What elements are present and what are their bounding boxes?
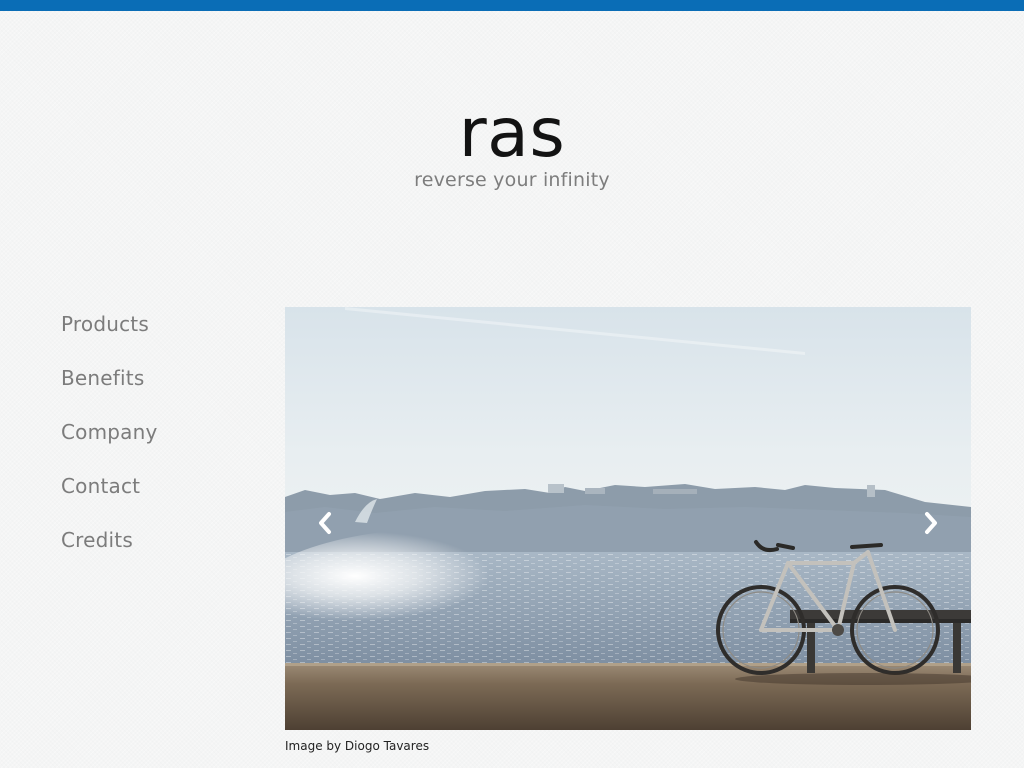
nav-item-contact[interactable]: Contact (61, 471, 261, 501)
top-accent-bar (0, 0, 1024, 11)
nav-item-benefits[interactable]: Benefits (61, 363, 261, 393)
image-slider (285, 307, 971, 730)
nav-item-company[interactable]: Company (61, 417, 261, 447)
chevron-left-icon (319, 512, 331, 534)
chevron-right-icon (925, 512, 937, 534)
nav-item-products[interactable]: Products (61, 309, 261, 339)
site-tagline: reverse your infinity (414, 169, 610, 191)
bicycle-by-the-sea-photo (285, 307, 971, 730)
slider-prev-button[interactable] (310, 503, 340, 543)
site-title[interactable]: ras (0, 96, 1024, 172)
slider-next-button[interactable] (916, 503, 946, 543)
side-navigation: Products Benefits Company Contact Credit… (61, 309, 261, 579)
image-caption: Image by Diogo Tavares (285, 739, 430, 753)
nav-item-credits[interactable]: Credits (61, 525, 261, 555)
site-header: ras reverse your infinity (0, 96, 1024, 192)
